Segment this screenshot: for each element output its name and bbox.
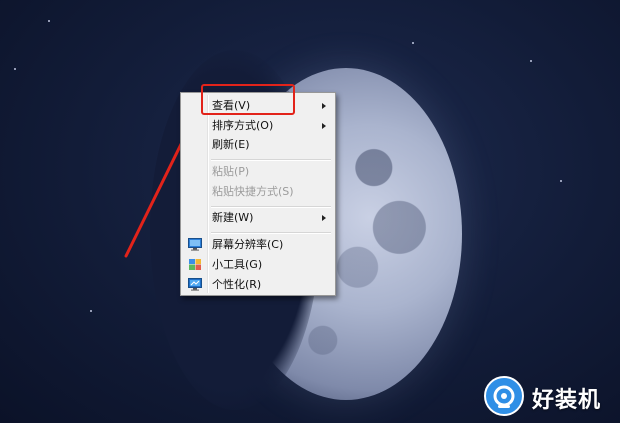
submenu-arrow-icon [322, 103, 326, 109]
menu-item-gadgets[interactable]: 小工具(G) [184, 256, 332, 274]
watermark-logo-icon [484, 376, 524, 416]
menu-item-personalize[interactable]: 个性化(R) [184, 276, 332, 294]
desktop-context-menu: 查看(V) 排序方式(O) 刷新(E) 粘贴(P) 粘贴快捷方式(S) 新建(W… [180, 92, 336, 296]
star [14, 68, 16, 70]
menu-item-paste[interactable]: 粘贴(P) [184, 163, 332, 181]
menu-item-label: 刷新(E) [212, 138, 250, 151]
gadgets-icon [189, 259, 201, 270]
desktop[interactable]: 查看(V) 排序方式(O) 刷新(E) 粘贴(P) 粘贴快捷方式(S) 新建(W… [0, 0, 620, 423]
menu-separator [211, 159, 331, 161]
personalize-icon [188, 278, 202, 291]
menu-item-paste-shortcut[interactable]: 粘贴快捷方式(S) [184, 183, 332, 201]
star [48, 20, 50, 22]
menu-item-label: 个性化(R) [212, 278, 262, 291]
watermark: 好装机 [484, 376, 614, 418]
menu-item-label: 小工具(G) [212, 258, 263, 271]
menu-item-label: 粘贴快捷方式(S) [212, 185, 294, 198]
annotation-highlight-box [201, 84, 295, 115]
menu-item-screen-resolution[interactable]: 屏幕分辨率(C) [184, 236, 332, 254]
star [530, 60, 532, 62]
menu-item-label: 排序方式(O) [212, 119, 274, 132]
watermark-logo-glyph [493, 385, 515, 408]
submenu-arrow-icon [322, 215, 326, 221]
star [90, 310, 92, 312]
menu-item-new[interactable]: 新建(W) [184, 209, 332, 227]
menu-item-label: 新建(W) [212, 211, 254, 224]
menu-item-label: 粘贴(P) [212, 165, 250, 178]
watermark-text: 好装机 [532, 388, 602, 413]
menu-item-sort-by[interactable]: 排序方式(O) [184, 117, 332, 135]
star [560, 180, 562, 182]
monitor-icon [188, 238, 202, 251]
menu-separator [211, 206, 331, 208]
menu-item-refresh[interactable]: 刷新(E) [184, 136, 332, 154]
menu-item-label: 屏幕分辨率(C) [212, 238, 284, 251]
menu-separator [211, 232, 331, 234]
star [412, 42, 414, 44]
submenu-arrow-icon [322, 123, 326, 129]
